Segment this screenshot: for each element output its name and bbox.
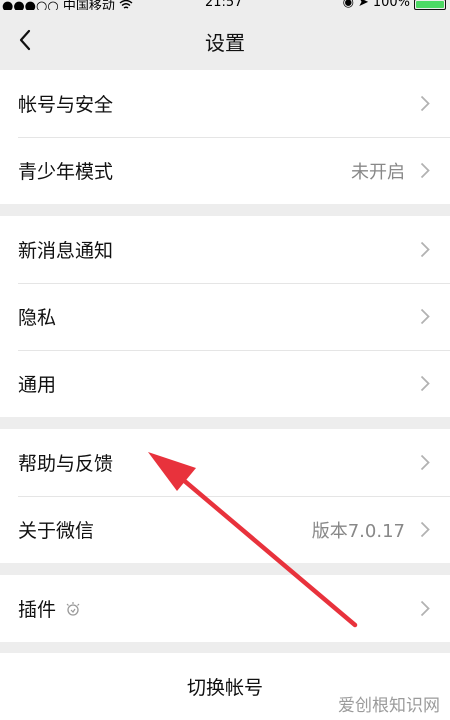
settings-item-value: 未开启 xyxy=(351,161,405,183)
clock: 21:57 xyxy=(205,0,243,10)
settings-item-label: 新消息通知 xyxy=(18,240,114,262)
settings-group-about: 帮助与反馈 关于微信 版本7.0.17 xyxy=(0,429,450,563)
settings-item-label: 关于微信 xyxy=(18,520,95,542)
settings-item-label: 青少年模式 xyxy=(18,161,114,183)
settings-item-label-wrap: 插件 xyxy=(18,595,82,622)
settings-item-notifications[interactable]: 新消息通知 xyxy=(0,216,450,283)
settings-item-youth-mode[interactable]: 青少年模式 未开启 xyxy=(0,137,450,204)
switch-account-label: 切换帐号 xyxy=(186,677,263,699)
settings-item-plugins[interactable]: 插件 xyxy=(0,575,450,642)
battery-icon xyxy=(414,0,446,10)
chevron-right-icon xyxy=(420,454,430,471)
settings-item-label: 帮助与反馈 xyxy=(18,453,114,475)
status-bar: ●●●○○ 中国移动 21:57 ◉ ➤ 100% xyxy=(0,0,450,10)
settings-group-plugins: 插件 xyxy=(0,575,450,642)
chevron-right-icon xyxy=(420,162,430,179)
settings-item-label: 帐号与安全 xyxy=(18,94,114,116)
chevron-right-icon xyxy=(420,241,430,258)
status-right: ◉ ➤ 100% xyxy=(343,0,446,10)
settings-item-label: 插件 xyxy=(18,599,57,621)
location-icon: ➤ xyxy=(357,0,369,10)
settings-item-label: 通用 xyxy=(18,374,57,396)
settings-item-value: 版本7.0.17 xyxy=(311,520,405,542)
chevron-right-icon xyxy=(420,521,430,538)
carrier-info: ●●●○○ 中国移动 xyxy=(2,0,133,10)
settings-group-account: 帐号与安全 青少年模式 未开启 xyxy=(0,70,450,204)
plugin-bulb-icon xyxy=(66,601,80,616)
chevron-right-icon xyxy=(420,308,430,325)
carrier-label: ●●●○○ 中国移动 xyxy=(2,0,115,10)
settings-item-privacy[interactable]: 隐私 xyxy=(0,283,450,350)
settings-item-account-security[interactable]: 帐号与安全 xyxy=(0,70,450,137)
settings-item-general[interactable]: 通用 xyxy=(0,350,450,417)
settings-item-about-wechat[interactable]: 关于微信 版本7.0.17 xyxy=(0,496,450,563)
settings-item-label: 隐私 xyxy=(18,307,57,329)
chevron-right-icon xyxy=(420,375,430,392)
nav-bar: 设置 xyxy=(0,10,450,70)
chevron-right-icon xyxy=(420,600,430,617)
wifi-icon xyxy=(119,0,133,9)
settings-group-general: 新消息通知 隐私 通用 xyxy=(0,216,450,417)
chevron-right-icon xyxy=(420,95,430,112)
watermark: 爱创根知识网 xyxy=(338,696,440,716)
settings-item-help-feedback[interactable]: 帮助与反馈 xyxy=(0,429,450,496)
page-title: 设置 xyxy=(205,31,245,55)
lock-rotation-icon: ◉ xyxy=(342,0,354,10)
battery-percent: 100% xyxy=(372,0,410,10)
